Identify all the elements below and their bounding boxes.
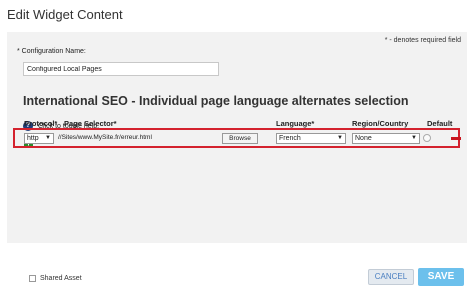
configuration-name-input[interactable] bbox=[23, 62, 219, 76]
shared-asset-label: Shared Asset bbox=[40, 274, 82, 282]
region-header: Region/Country bbox=[352, 119, 409, 128]
default-header: Default bbox=[427, 119, 453, 128]
default-radio[interactable] bbox=[423, 134, 431, 142]
protocol-header: Protocol* bbox=[24, 119, 58, 128]
protocol-select[interactable]: http ▼ bbox=[24, 133, 54, 144]
region-select[interactable]: None ▼ bbox=[352, 133, 420, 144]
cancel-button[interactable]: CANCEL bbox=[368, 269, 414, 285]
dialog-title: Edit Widget Content bbox=[7, 7, 123, 22]
required-note: * - denotes required field bbox=[384, 37, 461, 44]
chevron-down-icon: ▼ bbox=[337, 135, 343, 141]
page-path: //Sites/www.MySite.fr/erreur.html bbox=[58, 134, 152, 141]
section-title: International SEO - Individual page lang… bbox=[23, 94, 409, 108]
page-selector-header: Page Selector* bbox=[64, 119, 117, 128]
save-button[interactable]: SAVE bbox=[418, 268, 464, 286]
shared-asset-option[interactable]: Shared Asset bbox=[29, 273, 82, 283]
language-header: Language* bbox=[276, 119, 315, 128]
configuration-name-label: * Configuration Name: bbox=[17, 48, 86, 55]
chevron-down-icon: ▼ bbox=[411, 135, 417, 141]
region-value: None bbox=[355, 135, 372, 142]
language-value: French bbox=[279, 135, 301, 142]
remove-row-icon[interactable] bbox=[451, 137, 461, 140]
shared-asset-checkbox[interactable] bbox=[29, 274, 36, 282]
chevron-down-icon: ▼ bbox=[45, 135, 51, 141]
protocol-value: http bbox=[27, 135, 39, 142]
browse-button[interactable]: Browse bbox=[222, 133, 258, 144]
language-select[interactable]: French ▼ bbox=[276, 133, 346, 144]
